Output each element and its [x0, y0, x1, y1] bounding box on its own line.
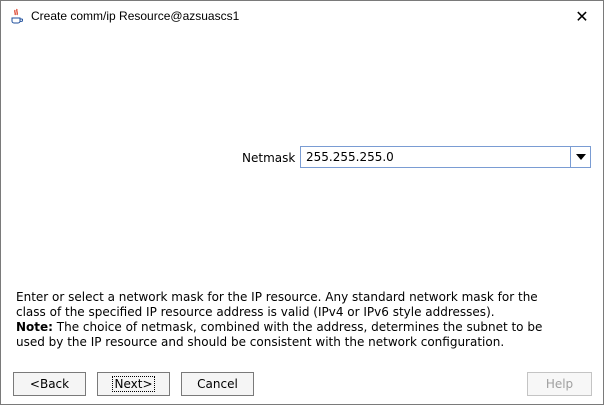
- back-button[interactable]: <Back: [13, 372, 86, 396]
- title-bar: Create comm/ip Resource@azsuascs1 ✕: [1, 1, 603, 31]
- help-line-1: Enter or select a network mask for the I…: [16, 290, 538, 304]
- back-button-label: <Back: [29, 377, 70, 391]
- next-button[interactable]: Next>: [97, 372, 170, 396]
- chevron-down-icon: [575, 154, 586, 160]
- help-description: Enter or select a network mask for the I…: [16, 290, 594, 350]
- netmask-combobox[interactable]: 255.255.255.0: [300, 146, 591, 168]
- note-label: Note:: [16, 320, 53, 334]
- netmask-dropdown-button[interactable]: [570, 147, 590, 167]
- help-line-3-text: The choice of netmask, combined with the…: [52, 320, 543, 334]
- netmask-label: Netmask: [242, 151, 296, 165]
- help-line-2: class of the specified IP resource addre…: [16, 305, 495, 319]
- close-button[interactable]: ✕: [567, 5, 597, 27]
- help-button[interactable]: Help: [527, 372, 592, 396]
- help-line-4: used by the IP resource and should be co…: [16, 335, 505, 349]
- close-icon: ✕: [575, 6, 589, 26]
- cancel-button-label: Cancel: [197, 377, 238, 391]
- netmask-value[interactable]: 255.255.255.0: [306, 150, 394, 164]
- next-button-label: Next>: [112, 376, 155, 392]
- java-coffee-cup-icon: [11, 8, 23, 24]
- dialog-window: Create comm/ip Resource@azsuascs1 ✕ Netm…: [0, 0, 604, 405]
- help-line-3: Note: The choice of netmask, combined wi…: [16, 320, 594, 335]
- window-title: Create comm/ip Resource@azsuascs1: [31, 9, 240, 23]
- cancel-button[interactable]: Cancel: [181, 372, 254, 396]
- help-button-label: Help: [545, 377, 574, 391]
